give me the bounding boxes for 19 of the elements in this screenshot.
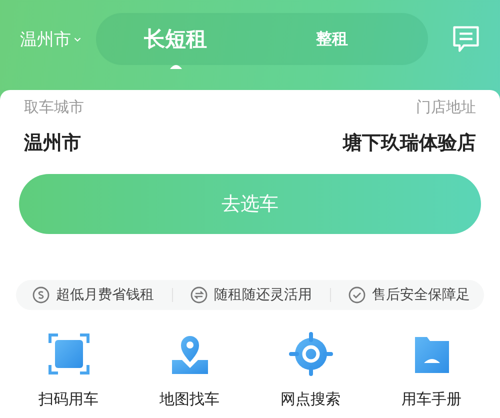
field-value[interactable]: 温州市 (24, 130, 84, 156)
feature-text: 随租随还灵活用 (214, 286, 312, 304)
shortcut-item[interactable]: 用车手册 (376, 332, 486, 409)
swap-circle-icon (190, 286, 208, 304)
feature-text: 超低月费省钱租 (56, 286, 154, 304)
shortcut-item[interactable]: 网点搜索 (256, 332, 366, 409)
feature-text: 售后安全保障足 (372, 286, 470, 304)
shortcut-item[interactable]: 扫码用车 (14, 332, 124, 409)
triangle-indicator-icon (170, 63, 182, 69)
field-value[interactable]: 塘下玖瑞体验店 (343, 130, 476, 156)
scan-icon (46, 332, 90, 376)
field-label: 门店地址 (416, 97, 476, 118)
dollar-circle-icon (32, 286, 50, 304)
message-icon (450, 23, 482, 55)
field-label: 取车城市 (24, 97, 84, 118)
caret-icon (74, 36, 81, 42)
target-icon (288, 332, 332, 376)
shortcut-item[interactable]: 地图找车 (134, 332, 244, 409)
check-circle-icon (348, 286, 366, 304)
